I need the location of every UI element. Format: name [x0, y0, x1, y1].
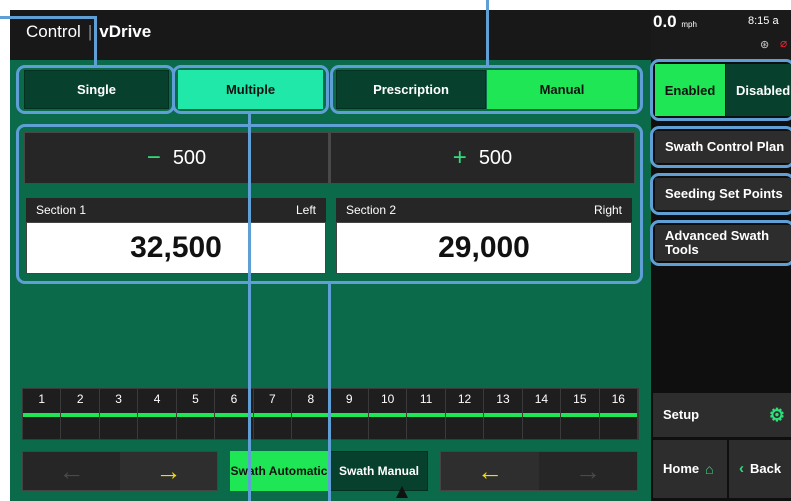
row-segment[interactable]: 8 — [292, 389, 331, 439]
segment-number: 13 — [496, 392, 510, 406]
segment-number: 6 — [230, 392, 238, 406]
advanced-swath-tools-button[interactable]: Advanced Swath Tools — [655, 225, 791, 261]
home-label: Home — [663, 461, 700, 476]
row-segment[interactable]: 14 — [523, 389, 562, 439]
app-name: Control — [26, 22, 81, 41]
row-segment[interactable]: 16 — [600, 389, 638, 439]
speed-unit: mph — [681, 20, 697, 29]
right-arrow-icon[interactable]: → — [120, 452, 217, 490]
segment-number: 12 — [457, 392, 472, 406]
segment-number: 5 — [192, 392, 199, 406]
segment-number: 3 — [115, 392, 122, 406]
left-arrow-icon[interactable]: ← — [23, 452, 120, 490]
section-2-rate[interactable]: 29,000 — [336, 222, 632, 274]
plus-icon: + — [452, 144, 467, 171]
row-segment[interactable]: 11 — [407, 389, 446, 439]
seeding-set-points-button[interactable]: Seeding Set Points — [655, 178, 791, 210]
back-label: Back — [750, 461, 782, 476]
row-segment[interactable]: 13 — [484, 389, 523, 439]
segment-number: 16 — [611, 392, 625, 406]
row-segment[interactable]: 9 — [331, 389, 369, 439]
section-2-side: Right — [593, 203, 622, 217]
row-segment[interactable]: 1 — [23, 389, 62, 439]
row-segment[interactable]: 7 — [254, 389, 293, 439]
page-title: Control | vDrive — [26, 22, 152, 41]
speed-value: 0.0 — [653, 12, 677, 31]
callout-line — [328, 283, 331, 501]
swath-manual-button[interactable]: Swath Manual — [330, 451, 428, 491]
section-1-rate[interactable]: 32,500 — [26, 222, 326, 274]
enabled-button[interactable]: Enabled — [655, 64, 725, 116]
gear-icon: ⚙ — [768, 405, 785, 425]
left-arrow-icon-2[interactable]: ← — [441, 452, 539, 490]
row-segment[interactable]: 12 — [446, 389, 485, 439]
section-name: vDrive — [99, 22, 152, 41]
chevron-left-icon: ‹ — [739, 460, 744, 477]
disabled-button[interactable]: Disabled — [726, 64, 791, 116]
segment-number: 2 — [76, 392, 84, 406]
increment-value: 500 — [478, 146, 513, 169]
decrement-value: 500 — [172, 146, 207, 169]
row-segment[interactable]: 3 — [100, 389, 139, 439]
alert-icon: ⌀ — [780, 36, 788, 50]
segment-number: 9 — [345, 392, 353, 406]
callout-line — [94, 16, 97, 68]
minus-icon: − — [146, 144, 161, 171]
swath-automatic-button[interactable]: Swath Automatic — [230, 451, 328, 491]
home-icon: ⌂ — [705, 461, 714, 477]
section-2-header: Section 2 Right — [336, 198, 632, 222]
prescription-button[interactable]: Prescription — [336, 70, 486, 109]
section-2-label: Section 2 — [346, 203, 397, 217]
row-segment[interactable]: 15 — [561, 389, 600, 439]
section-1-side: Left — [295, 203, 316, 217]
multiple-button[interactable]: Multiple — [178, 70, 323, 109]
row-segment[interactable]: 10 — [369, 389, 408, 439]
speed-readout: 0.0 mph — [653, 12, 697, 32]
setup-button[interactable]: Setup ⚙ — [653, 393, 791, 437]
row-segment[interactable]: 2 — [61, 389, 100, 439]
row-segment[interactable]: 5 — [177, 389, 216, 439]
segment-number: 7 — [269, 392, 276, 406]
single-button[interactable]: Single — [24, 70, 169, 109]
segment-number: 10 — [380, 392, 395, 406]
segment-number: 8 — [307, 392, 315, 406]
gps-icon: ⊛ — [760, 39, 770, 51]
swath-control-plan-button[interactable]: Swath Control Plan — [655, 131, 791, 163]
pointer-icon — [396, 486, 408, 498]
callout-line — [248, 112, 251, 501]
segment-number: 14 — [534, 392, 549, 406]
callout-line — [486, 0, 489, 68]
segment-number: 11 — [419, 392, 433, 406]
increment-button[interactable]: +500 — [330, 132, 635, 184]
decrement-button[interactable]: −500 — [24, 132, 329, 184]
callout-line — [0, 16, 97, 19]
section-1-header: Section 1 Left — [26, 198, 326, 222]
segment-number: 4 — [153, 392, 161, 406]
segment-number: 1 — [38, 392, 46, 406]
clock: 8:15 a — [748, 15, 779, 27]
segment-number: 15 — [573, 392, 587, 406]
home-button[interactable]: Home ⌂ — [653, 440, 727, 498]
manual-button[interactable]: Manual — [487, 70, 637, 109]
setup-label: Setup — [663, 407, 700, 422]
back-button[interactable]: ‹ Back — [729, 440, 791, 498]
right-arrow-icon-2[interactable]: → — [539, 452, 637, 490]
row-segment[interactable]: 4 — [138, 389, 177, 439]
section-1-label: Section 1 — [36, 203, 87, 217]
